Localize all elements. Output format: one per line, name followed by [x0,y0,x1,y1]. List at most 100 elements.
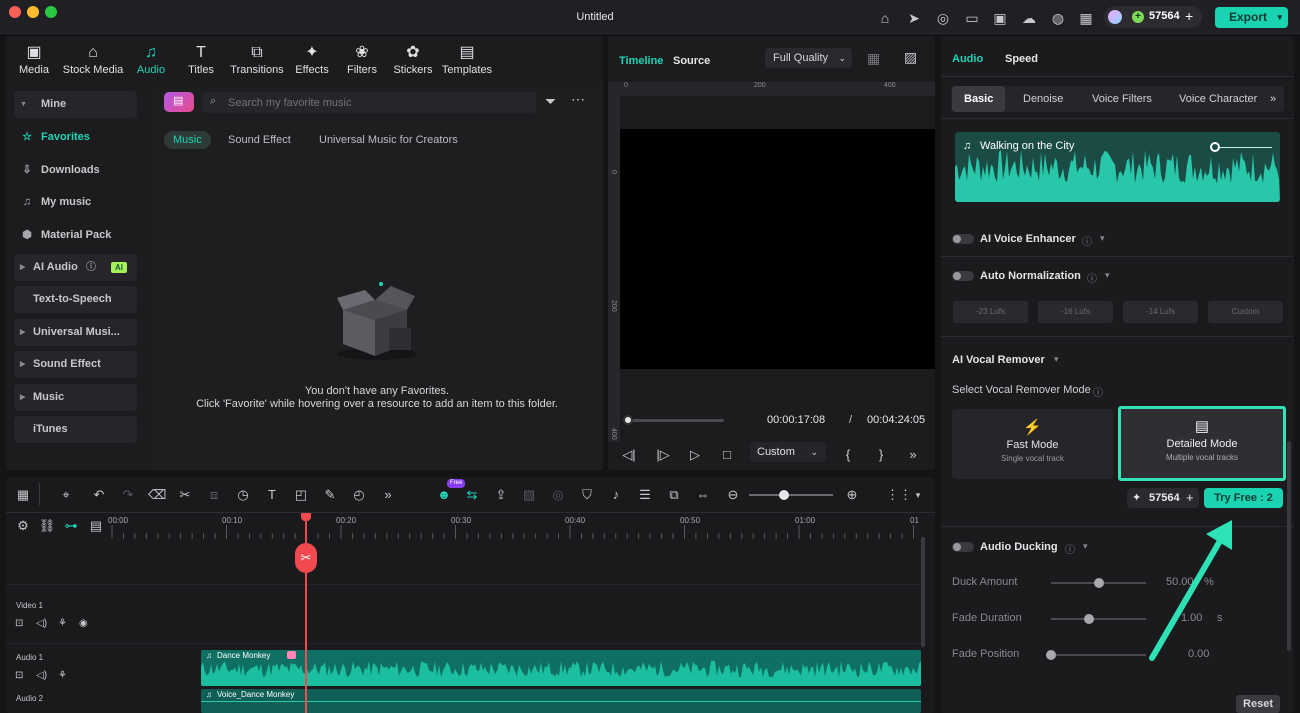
more-controls-icon[interactable]: » [904,447,922,462]
caret-down-icon[interactable]: ▾ [1105,270,1110,281]
fast-mode-card[interactable]: ⚡ Fast Mode Single vocal track [952,409,1113,479]
timeline-scrollbar[interactable] [921,537,925,647]
video-preview-canvas[interactable] [620,129,935,369]
credits-counter[interactable]: + 57564 + [1104,6,1202,28]
help-icon[interactable]: ⓘ [1093,384,1103,399]
image-icon[interactable]: ▨ [520,486,538,504]
eye-icon[interactable]: ◉ [79,618,88,629]
microphone-icon[interactable]: ♪ [607,486,625,504]
link-icon[interactable]: ⊶ [62,517,80,535]
lufs-option[interactable]: -16 Lufs [1038,301,1113,323]
headset-icon[interactable]: ◎ [934,9,952,27]
unlink-icon[interactable]: ⛓ [38,517,56,535]
sidebar-item-music[interactable]: ▶ Music [14,384,137,411]
speed-icon[interactable]: ◷ [234,486,252,504]
snapshot-icon[interactable]: ▨ [904,49,917,66]
fade-position-slider[interactable] [1051,654,1146,656]
fade-position-knob[interactable] [1046,650,1056,660]
sidebar-item-ai-audio[interactable]: ▶ AI Audio ⓘ AI [14,254,137,281]
quality-select[interactable]: Full Quality ⌄ [765,48,852,68]
toolbar-transitions[interactable]: ⧉ Transitions [228,42,286,76]
chevron-right-icon[interactable]: » [1270,86,1276,112]
save-icon[interactable]: ▣ [991,9,1009,27]
cloud-upload-icon[interactable]: ☁ [1020,9,1038,27]
subtab-voice-character[interactable]: Voice Character [1179,86,1257,112]
reset-button[interactable]: Reset [1236,695,1280,713]
chip-music[interactable]: Music [164,131,211,149]
crop-icon[interactable]: ⧈ [205,486,223,504]
help-icon[interactable]: ⓘ [1087,270,1097,285]
toolbar-audio[interactable]: ♫ Audio [133,42,169,76]
help-icon[interactable]: ⓘ [1082,233,1092,248]
auto-normalization-toggle[interactable] [952,271,974,281]
ai-voice-enhancer-toggle[interactable] [952,234,974,244]
next-frame-icon[interactable]: |▷ [654,447,672,463]
mask-icon[interactable]: ◰ [292,486,310,504]
zoom-out-icon[interactable]: ⊖ [724,486,742,504]
subtab-basic[interactable]: Basic [952,86,1006,112]
export-clip-icon[interactable]: ⇪ [492,486,510,504]
lock-icon[interactable]: ⊡ [15,618,23,629]
audio-clip-dance-monkey[interactable]: ♫ Dance Monkey [201,650,921,686]
volume-track[interactable] [1217,147,1272,148]
chip-universal-music[interactable]: Universal Music for Creators [310,131,467,149]
try-free-button[interactable]: Try Free : 2 [1204,488,1283,508]
fade-duration-knob[interactable] [1084,614,1094,624]
lufs-option[interactable]: -14 Lufs [1123,301,1198,323]
caret-down-icon[interactable]: ▾ [1054,354,1059,365]
toolbar-filters[interactable]: ❀ Filters [343,42,381,76]
detailed-mode-card[interactable]: ▤ Detailed Mode Multiple vocal tracks [1118,406,1286,481]
search-input[interactable] [228,94,528,111]
chip-sound-effect[interactable]: Sound Effect [219,131,300,149]
redo-icon[interactable]: ↷ [119,486,137,504]
timeline-ruler[interactable]: 00:00 00:10 00:20 00:30 00:40 00:50 01:0… [106,513,921,543]
settings-icon[interactable]: ⚙ [14,517,32,535]
add-credits-icon[interactable]: + [1186,488,1194,508]
audio-ducking-toggle[interactable] [952,542,974,552]
subtab-denoise[interactable]: Denoise [1023,86,1063,112]
more-tools-icon[interactable]: » [379,486,397,504]
timeline-zoom-slider[interactable] [749,494,833,496]
playhead-handle[interactable] [301,513,311,521]
search-bar[interactable]: ⌕ [202,92,536,113]
scrollbar[interactable] [1287,441,1291,651]
add-credits-icon[interactable]: + [1185,8,1193,24]
sidebar-item-mine[interactable]: ▼ Mine [14,91,137,118]
tab-timeline[interactable]: Timeline [619,55,663,67]
caret-down-icon[interactable]: ▾ [1100,233,1105,244]
timer-icon[interactable]: ◴ [350,486,368,504]
tab-audio[interactable]: Audio [952,53,983,65]
toolbar-templates[interactable]: ▤ Templates [441,42,493,76]
sidebar-item-universal-music[interactable]: ▶ Universal Musi... [14,319,137,346]
export-button[interactable]: Export ▾ [1215,7,1288,28]
replace-icon[interactable]: ⧉ [665,486,683,504]
support-icon[interactable]: ◍ [1049,9,1067,27]
lufs-option[interactable]: Custom [1208,301,1283,323]
sidebar-item-text-to-speech[interactable]: Text-to-Speech [14,286,137,313]
play-icon[interactable]: ▷ [686,447,704,463]
magic-icon[interactable]: ⚘ [58,618,67,629]
avatar[interactable] [1108,10,1122,24]
apps-icon[interactable]: ▦ [1077,9,1095,27]
speaker-icon[interactable]: ◁) [36,618,47,629]
sidebar-item-favorites[interactable]: ☆ Favorites [19,126,90,148]
shield-icon[interactable]: ⛉ [578,486,596,504]
mixer-icon[interactable]: ☰ [636,486,654,504]
subtab-voice-filters[interactable]: Voice Filters [1092,86,1152,112]
speaker-icon[interactable]: ◁) [36,670,47,681]
audio-clip-voice-dance-monkey[interactable]: ♫ Voice_Dance Monkey [201,689,921,713]
undo-icon[interactable]: ↶ [90,486,108,504]
auto-sync-icon[interactable]: ⇆ [463,486,481,504]
magic-icon[interactable]: ⚘ [58,670,67,681]
playback-progress-track[interactable] [623,415,724,425]
help-icon[interactable]: ⓘ [86,254,96,281]
layout-grid-icon[interactable]: ▦ [14,486,32,504]
split-scissors-button[interactable]: ✂ [295,543,317,573]
caret-down-icon[interactable]: ▾ [1083,541,1088,552]
toolbar-stock-media[interactable]: ⌂ Stock Media [61,42,125,76]
mark-out-icon[interactable]: } [872,447,890,462]
split-icon[interactable]: ✂ [176,486,194,504]
caption-icon[interactable]: ▤ [87,517,105,535]
stabilize-icon[interactable]: ◎ [549,486,567,504]
tab-speed[interactable]: Speed [1005,53,1038,65]
